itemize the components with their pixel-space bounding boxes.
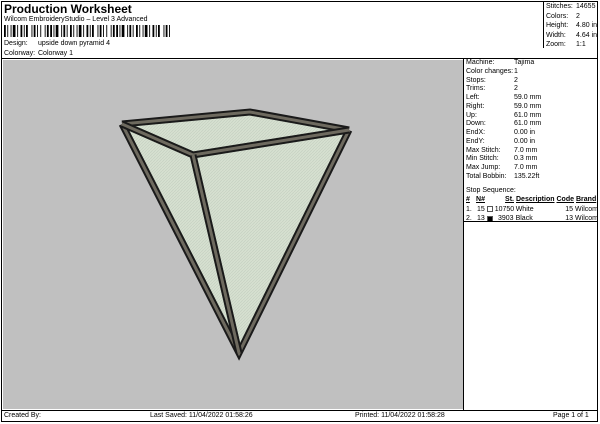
endy-value: 0.00 in xyxy=(514,137,536,145)
row-code: 15 xyxy=(565,205,574,213)
zoom-value: 1:1 xyxy=(576,41,586,48)
stitches-value: 14655 xyxy=(576,3,596,10)
stop-sequence: Stop Sequence: # N# St. Description Code… xyxy=(466,186,598,224)
max-stitch-value: 7.0 mm xyxy=(514,146,538,154)
col-brand: Brand xyxy=(576,196,597,203)
total-bobbin-value: 135.22ft xyxy=(514,172,540,180)
row-code: 13 xyxy=(565,215,574,222)
created-by: Created By: xyxy=(4,412,41,419)
max-stitch-label: Max Stitch: xyxy=(466,146,501,154)
colors-value: 2 xyxy=(576,12,580,20)
trims-value: 2 xyxy=(514,85,518,93)
table-row: 1. 15 10750 White 15 Wilcom xyxy=(466,205,598,215)
min-stitch-label: Min Stitch: xyxy=(466,155,499,163)
footer-rule xyxy=(1,410,598,411)
page-title: Production Worksheet xyxy=(4,2,132,16)
stops-label: Stops: xyxy=(466,76,486,84)
machine-label: Machine: xyxy=(466,59,495,66)
endy-label: EndY: xyxy=(466,137,485,145)
right-value: 59.0 mm xyxy=(514,102,542,110)
total-bobbin-label: Total Bobbin: xyxy=(466,172,507,180)
col-st: St. xyxy=(505,196,514,203)
col-code: Code xyxy=(556,196,575,203)
panel-divider xyxy=(463,58,464,410)
stops-value: 2 xyxy=(514,76,518,84)
stop-sequence-title: Stop Sequence: xyxy=(466,187,516,194)
row-n: 13 xyxy=(477,215,485,222)
stitches-label: Stitches: xyxy=(546,3,573,10)
left-value: 59.0 mm xyxy=(514,94,542,101)
software-subtitle: Wilcom EmbroideryStudio – Level 3 Advanc… xyxy=(4,16,148,23)
width-value: 4.64 in xyxy=(576,31,598,39)
row-num: 1. xyxy=(466,205,472,213)
row-st: 3903 xyxy=(498,215,514,222)
colorway-label: Colorway: xyxy=(4,50,36,57)
color-changes-value: 1 xyxy=(514,67,518,75)
up-value: 61.0 mm xyxy=(514,111,542,119)
height-label: Height: xyxy=(546,22,569,29)
barcode xyxy=(4,25,170,37)
height-value: 4.80 in xyxy=(576,22,598,29)
page-number: Page 1 of 1 xyxy=(553,412,589,419)
color-changes-label: Color changes: xyxy=(466,67,514,75)
colors-label: Colors: xyxy=(546,12,569,20)
details-panel: Machine: Tajima Color changes: 1 Stops: 2 T… xyxy=(466,59,598,182)
summary-panel: Stitches: 14655 Colors: 2 Height: 4.80 in W… xyxy=(546,2,598,50)
row-num: 2. xyxy=(466,215,472,222)
col-num: # xyxy=(466,196,470,203)
endx-label: EndX: xyxy=(466,129,486,136)
row-brand: Wilcom xyxy=(575,205,598,213)
min-stitch-value: 0.3 mm xyxy=(514,155,538,163)
left-label: Left: xyxy=(466,94,480,101)
col-n: N# xyxy=(476,196,485,203)
down-value: 61.0 mm xyxy=(514,120,542,128)
printed-date: Printed: 11/04/2022 01:58:28 xyxy=(355,412,445,419)
row-brand: Wilcom xyxy=(575,215,598,222)
right-label: Right: xyxy=(466,102,485,110)
endx-value: 0.00 in xyxy=(514,129,536,136)
max-jump-value: 7.0 mm xyxy=(514,164,538,171)
colorway-value: Colorway 1 xyxy=(38,50,74,57)
max-jump-label: Max Jump: xyxy=(466,164,501,171)
sequence-rule xyxy=(464,221,598,222)
row-n: 15 xyxy=(476,205,485,213)
zoom-label: Zoom: xyxy=(546,41,566,48)
row-st: 10750 xyxy=(494,205,515,213)
row-description: White xyxy=(515,205,534,213)
summary-divider xyxy=(543,1,544,48)
table-row: 2. 13 3903 Black 13 Wilcom xyxy=(466,214,598,224)
col-description: Description xyxy=(516,196,555,203)
machine-value: Tajima xyxy=(514,59,535,66)
up-label: Up: xyxy=(466,111,477,119)
design-preview xyxy=(3,60,463,409)
trims-label: Trims: xyxy=(466,85,486,93)
last-saved: Last Saved: 11/04/2022 01:58:26 xyxy=(150,412,253,419)
stop-sequence-header: # N# St. Description Code Brand xyxy=(466,195,598,205)
pyramid-drawing xyxy=(118,108,353,361)
width-label: Width: xyxy=(546,31,566,39)
color-swatch xyxy=(486,206,493,213)
row-description: Black xyxy=(515,215,533,222)
down-label: Down: xyxy=(466,120,486,128)
design-value: upside down pyramid 4 xyxy=(38,40,110,47)
